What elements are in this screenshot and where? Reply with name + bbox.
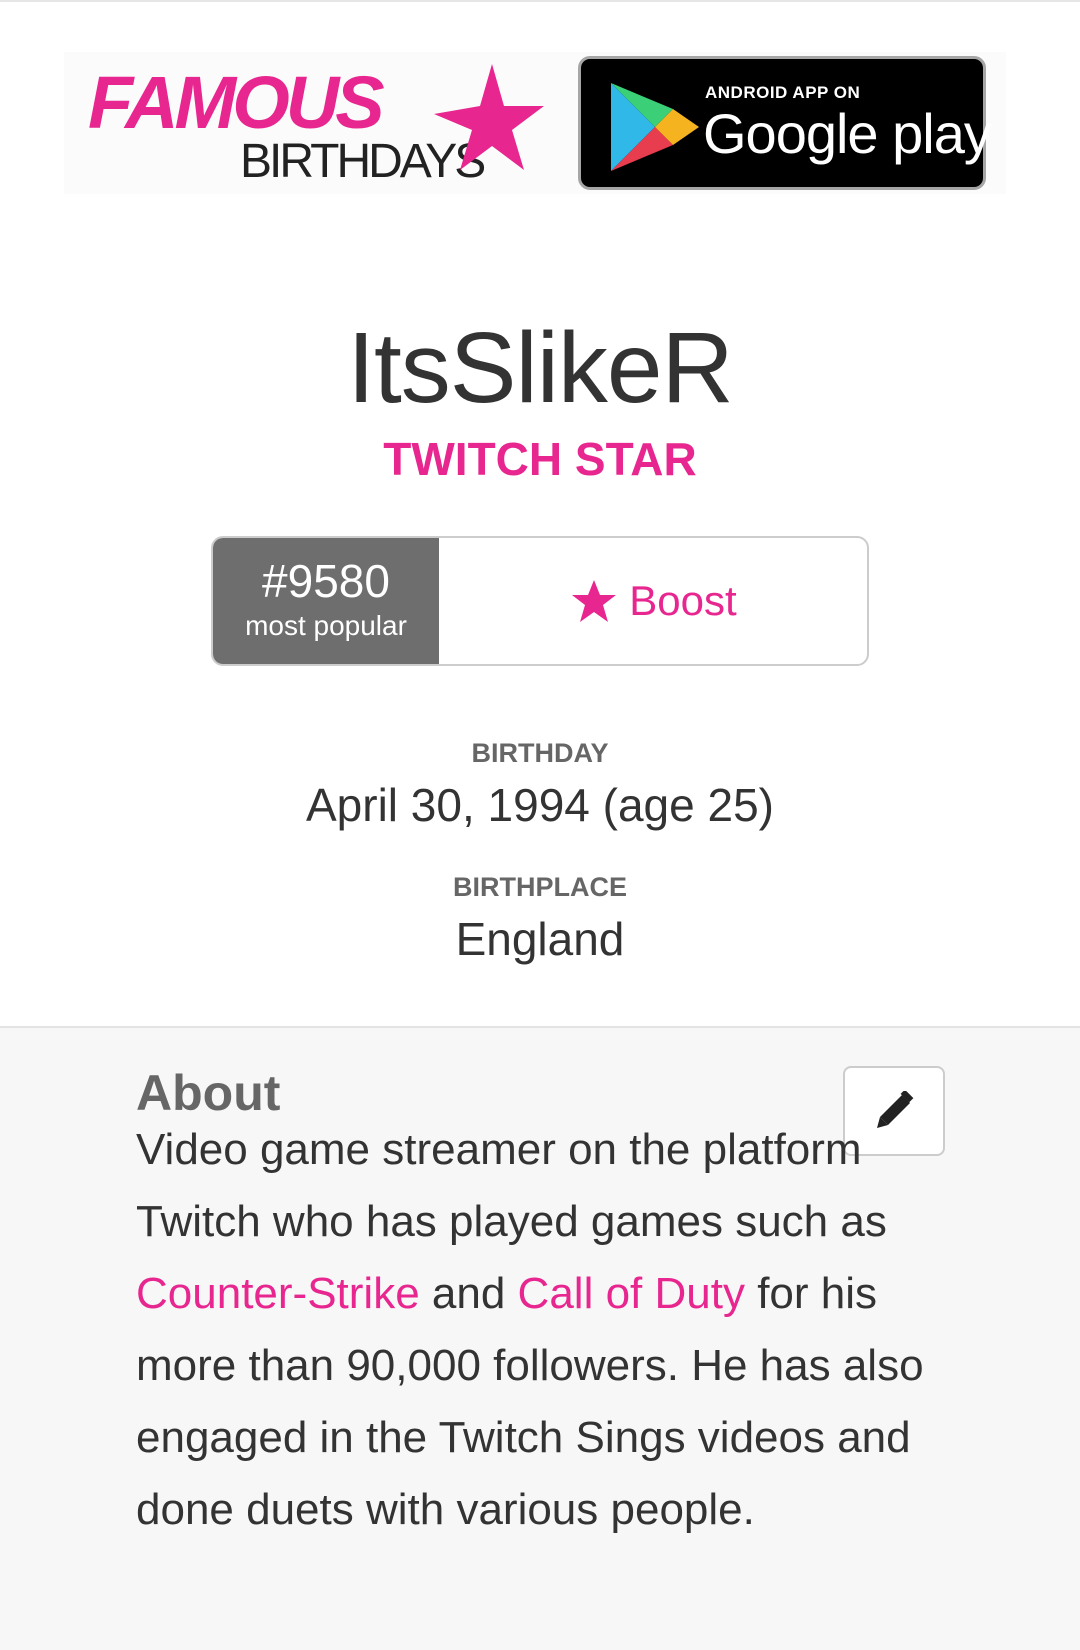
birthday-label: BIRTHDAY (471, 738, 609, 768)
google-play-small-text: ANDROID APP ON (705, 83, 861, 102)
about-text-part: and (419, 1269, 518, 1318)
counter-strike-link[interactable]: Counter-Strike (136, 1269, 420, 1318)
celebrity-category-link[interactable]: TWITCH STAR (0, 436, 1080, 482)
birthday-value[interactable]: April 30, 1994 (age 25) (0, 782, 1080, 828)
about-section: About Video game streamer on the platfor… (0, 1026, 1080, 1650)
birthplace-label: BIRTHPLACE (453, 872, 627, 902)
famous-birthdays-logo[interactable]: FAMOUS BIRTHDAYS (88, 61, 544, 192)
rank-badge[interactable]: #9580 most popular (213, 538, 439, 664)
about-title: About (136, 1065, 281, 1121)
play-triangle-icon (611, 83, 699, 171)
google-play-badge[interactable]: ANDROID APP ON Google play (578, 56, 992, 190)
about-description: Video game streamer on the platform Twit… (136, 1114, 936, 1546)
star-icon (572, 580, 617, 622)
about-text-part: Video game streamer on the platform Twit… (136, 1125, 887, 1246)
birthplace-value[interactable]: England (0, 916, 1080, 962)
star-icon (434, 64, 544, 170)
popularity-rank-box: #9580 most popular Boost (211, 536, 869, 666)
logo-famous-text: FAMOUS (88, 61, 385, 144)
google-play-big-text: Google play (703, 102, 992, 165)
rank-number: #9580 (262, 555, 390, 607)
boost-button[interactable]: Boost (439, 538, 867, 664)
boost-label: Boost (629, 577, 737, 624)
call-of-duty-link[interactable]: Call of Duty (518, 1269, 745, 1318)
top-divider (0, 0, 1080, 2)
celebrity-name: ItsSlikeR (347, 312, 734, 424)
rank-label: most popular (245, 610, 407, 641)
